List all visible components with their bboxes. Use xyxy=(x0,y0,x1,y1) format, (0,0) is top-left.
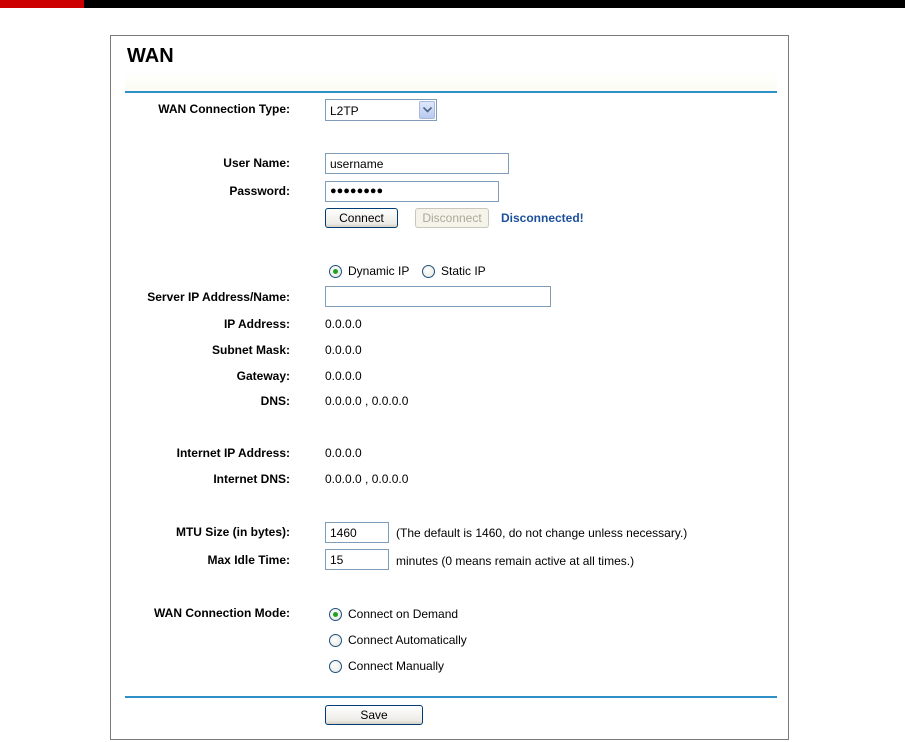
save-button[interactable]: Save xyxy=(325,705,423,725)
ip-address-value: 0.0.0.0 xyxy=(325,317,362,331)
top-banner xyxy=(0,0,905,8)
mode-automatic-label: Connect Automatically xyxy=(348,633,467,647)
header-divider xyxy=(125,91,777,93)
mtu-hint: (The default is 1460, do not change unle… xyxy=(396,526,688,540)
server-label: Server IP Address/Name: xyxy=(147,290,290,304)
internet-ip-value: 0.0.0.0 xyxy=(325,446,362,460)
static-ip-option[interactable]: Static IP xyxy=(422,264,486,278)
user-name-label: User Name: xyxy=(223,156,290,170)
user-name-input[interactable] xyxy=(325,153,509,174)
gateway-value: 0.0.0.0 xyxy=(325,369,362,383)
title-band xyxy=(125,42,777,92)
static-ip-label: Static IP xyxy=(441,264,486,278)
dynamic-ip-option[interactable]: Dynamic IP xyxy=(329,264,409,278)
mode-option-demand[interactable]: Connect on Demand xyxy=(329,607,458,621)
connect-button[interactable]: Connect xyxy=(325,208,398,228)
mode-option-automatic[interactable]: Connect Automatically xyxy=(329,633,467,647)
disconnect-button[interactable]: Disconnect xyxy=(415,208,489,228)
mode-option-manual[interactable]: Connect Manually xyxy=(329,659,444,673)
internet-ip-label: Internet IP Address: xyxy=(176,446,290,460)
password-label: Password: xyxy=(229,184,290,198)
idle-time-input[interactable] xyxy=(325,549,389,570)
subnet-mask-label: Subnet Mask: xyxy=(211,343,290,357)
ip-address-label: IP Address: xyxy=(223,317,290,331)
mtu-label: MTU Size (in bytes): xyxy=(175,525,290,539)
dns-label: DNS: xyxy=(260,394,290,408)
mode-manual-radio[interactable] xyxy=(329,659,342,673)
internet-dns-label: Internet DNS: xyxy=(213,472,290,486)
gateway-label: Gateway: xyxy=(236,369,290,383)
mode-manual-label: Connect Manually xyxy=(348,659,445,673)
subnet-mask-value: 0.0.0.0 xyxy=(325,343,362,357)
wan-settings-panel: WAN WAN Connection Type: L2TP User Name:… xyxy=(110,35,789,740)
mtu-input[interactable] xyxy=(325,522,389,543)
idle-time-label: Max Idle Time: xyxy=(207,553,290,567)
dns-value: 0.0.0.0 , 0.0.0.0 xyxy=(325,394,409,408)
connection-type-value: L2TP xyxy=(330,104,359,118)
mode-demand-radio[interactable] xyxy=(329,607,342,621)
page-title: WAN xyxy=(127,45,174,67)
internet-dns-value: 0.0.0.0 , 0.0.0.0 xyxy=(325,472,409,486)
connection-status: Disconnected! xyxy=(501,211,584,225)
chevron-down-icon[interactable] xyxy=(419,101,435,119)
connection-mode-label: WAN Connection Mode: xyxy=(154,606,290,620)
password-input[interactable]: ●●●●●●●● xyxy=(325,181,499,202)
connection-type-select[interactable]: L2TP xyxy=(325,99,437,121)
dynamic-ip-radio[interactable] xyxy=(329,264,342,278)
connection-type-label: WAN Connection Type: xyxy=(158,102,290,116)
footer-divider xyxy=(125,696,777,698)
mode-demand-label: Connect on Demand xyxy=(348,607,459,621)
idle-time-hint: minutes (0 means remain active at all ti… xyxy=(396,554,635,568)
dynamic-ip-label: Dynamic IP xyxy=(348,264,410,278)
mode-automatic-radio[interactable] xyxy=(329,633,342,647)
server-input[interactable] xyxy=(325,286,551,307)
brand-stripe xyxy=(0,0,84,8)
static-ip-radio[interactable] xyxy=(422,264,435,278)
